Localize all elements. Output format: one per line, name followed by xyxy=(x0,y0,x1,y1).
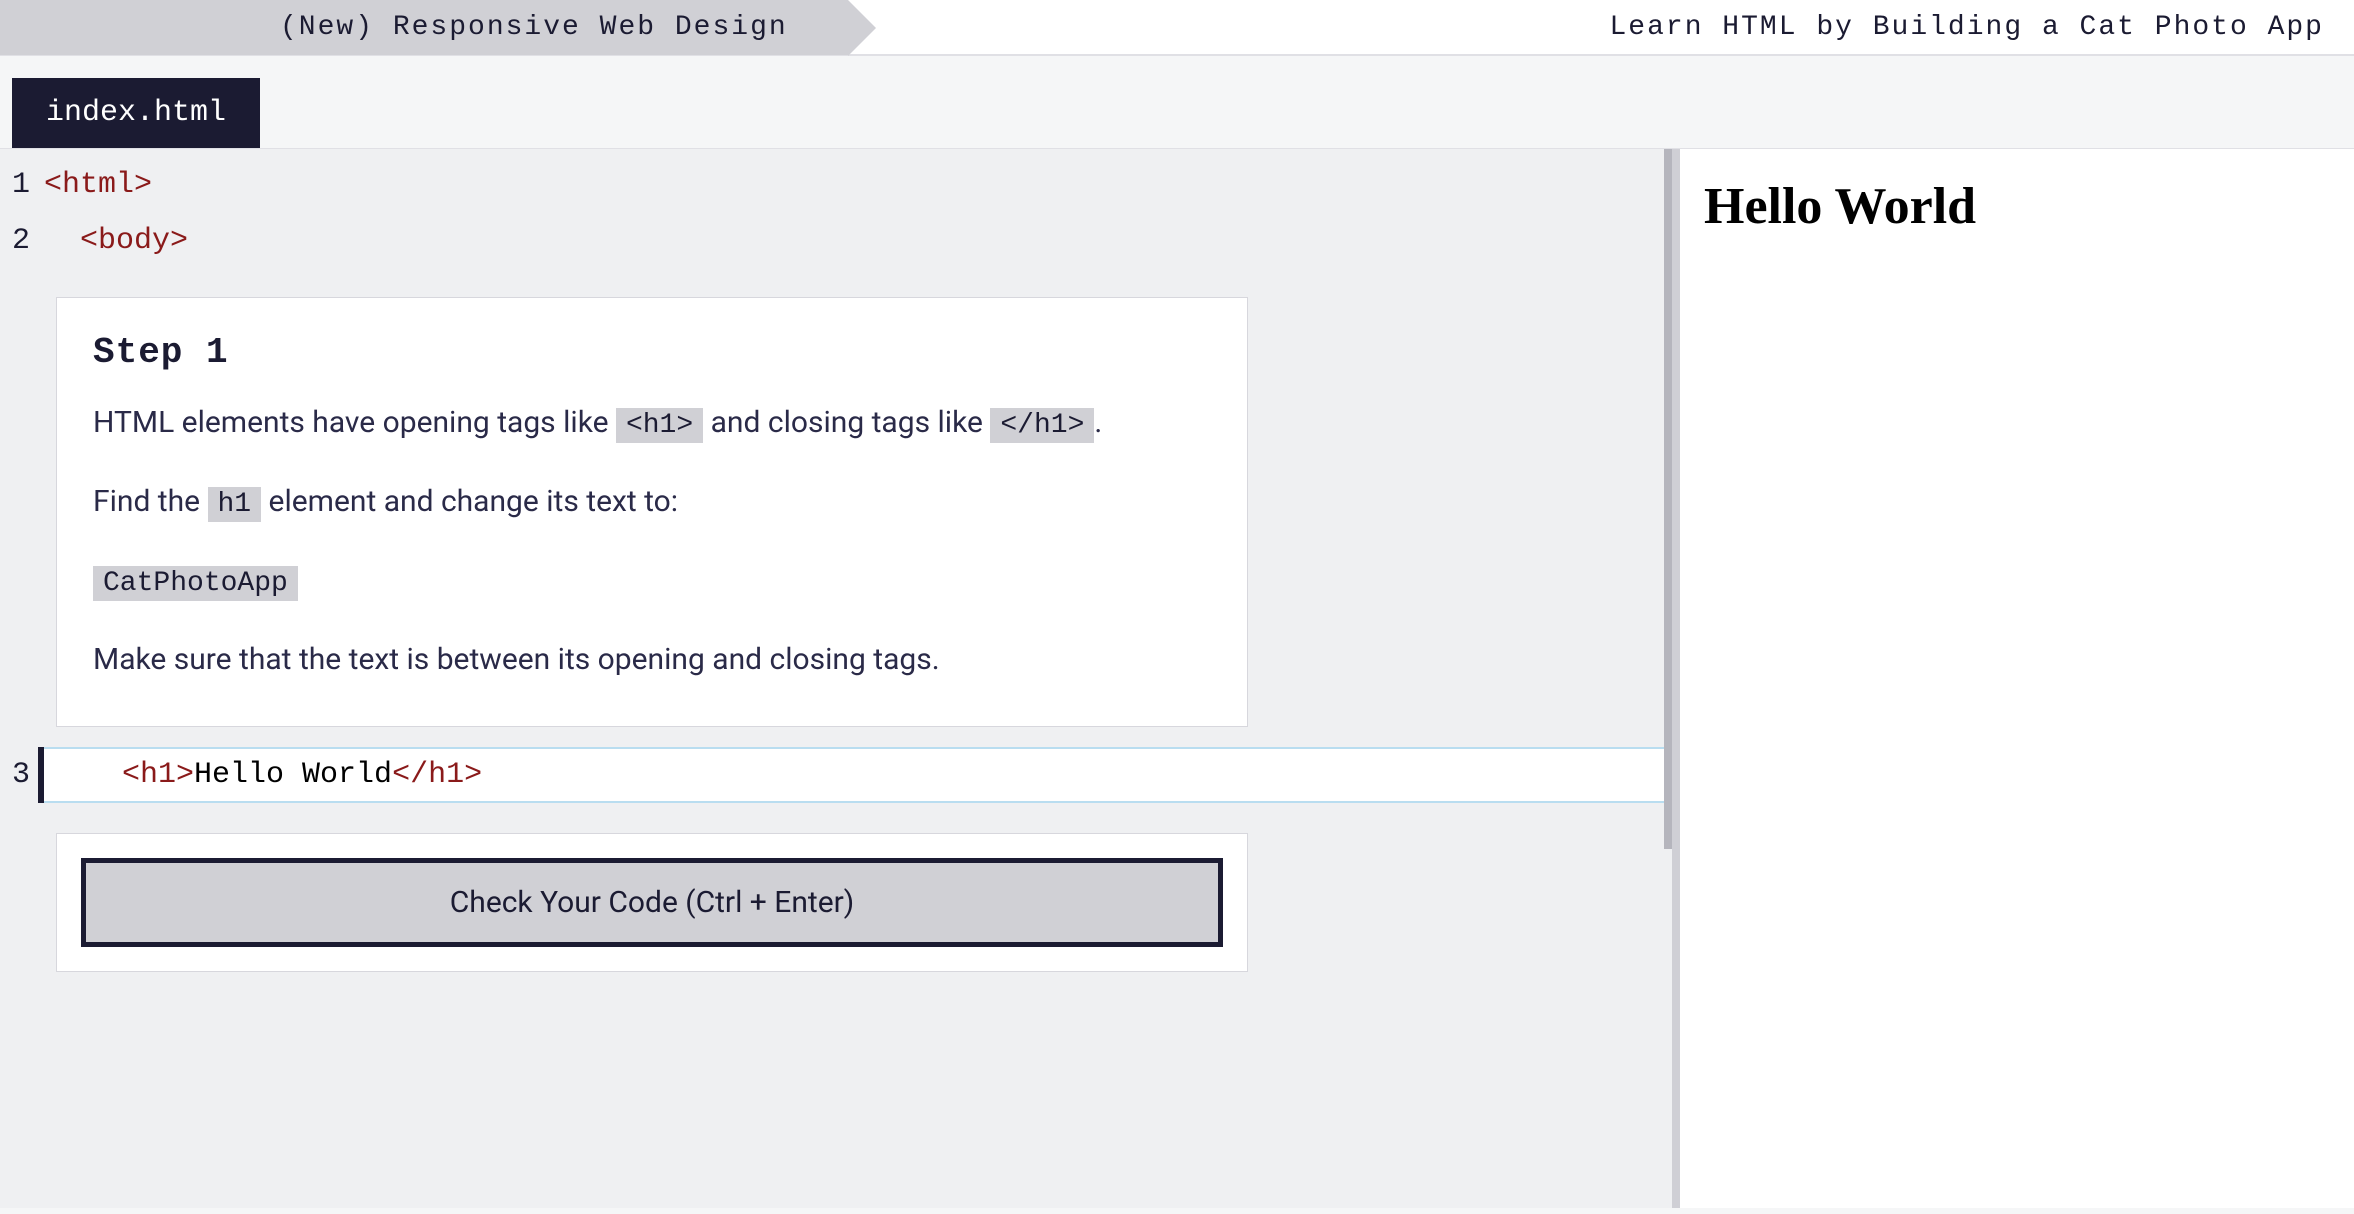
file-tab-index-html[interactable]: index.html xyxy=(12,78,260,148)
breadcrumb: (New) Responsive Web Design Learn HTML b… xyxy=(0,0,2354,56)
action-card: Check Your Code (Ctrl + Enter) xyxy=(56,833,1248,972)
breadcrumb-course[interactable]: (New) Responsive Web Design xyxy=(0,0,848,55)
line-number: 2 xyxy=(0,213,44,269)
code-input[interactable]: <h1>Hello World</h1> xyxy=(44,747,1672,803)
instruction-paragraph: Make sure that the text is between its o… xyxy=(93,634,1211,686)
check-code-button[interactable]: Check Your Code (Ctrl + Enter) xyxy=(81,858,1223,947)
file-tab-bar: index.html xyxy=(0,56,2354,148)
breadcrumb-lesson[interactable]: Learn HTML by Building a Cat Photo App xyxy=(848,0,2354,55)
instruction-paragraph: CatPhotoApp xyxy=(93,555,1211,610)
code-area: 1 <html> 2 <body> Step 1 HTML elements h… xyxy=(0,149,1672,972)
code-line: 1 <html> xyxy=(0,157,1672,213)
editor-pane: 1 <html> 2 <body> Step 1 HTML elements h… xyxy=(0,149,1680,1208)
code-text: <html> xyxy=(44,157,152,213)
step-title: Step 1 xyxy=(93,332,1211,373)
instruction-card: Step 1 HTML elements have opening tags l… xyxy=(56,297,1248,727)
preview-heading: Hello World xyxy=(1704,177,2330,236)
code-line: 2 <body> xyxy=(0,213,1672,269)
instruction-paragraph: HTML elements have opening tags like <h1… xyxy=(93,397,1211,452)
inline-code: </h1> xyxy=(990,408,1094,443)
line-number: 1 xyxy=(0,157,44,213)
instruction-paragraph: Find the h1 element and change its text … xyxy=(93,476,1211,531)
inline-code: CatPhotoApp xyxy=(93,566,298,601)
main-split: 1 <html> 2 <body> Step 1 HTML elements h… xyxy=(0,148,2354,1208)
code-text: <body> xyxy=(44,213,188,269)
inline-code: h1 xyxy=(208,487,262,522)
preview-pane: Hello World xyxy=(1680,149,2354,1208)
line-number: 3 xyxy=(0,747,44,803)
inline-code: <h1> xyxy=(616,408,703,443)
editable-code-line[interactable]: 3 <h1>Hello World</h1> xyxy=(0,747,1672,803)
scrollbar-thumb[interactable] xyxy=(1664,149,1672,849)
